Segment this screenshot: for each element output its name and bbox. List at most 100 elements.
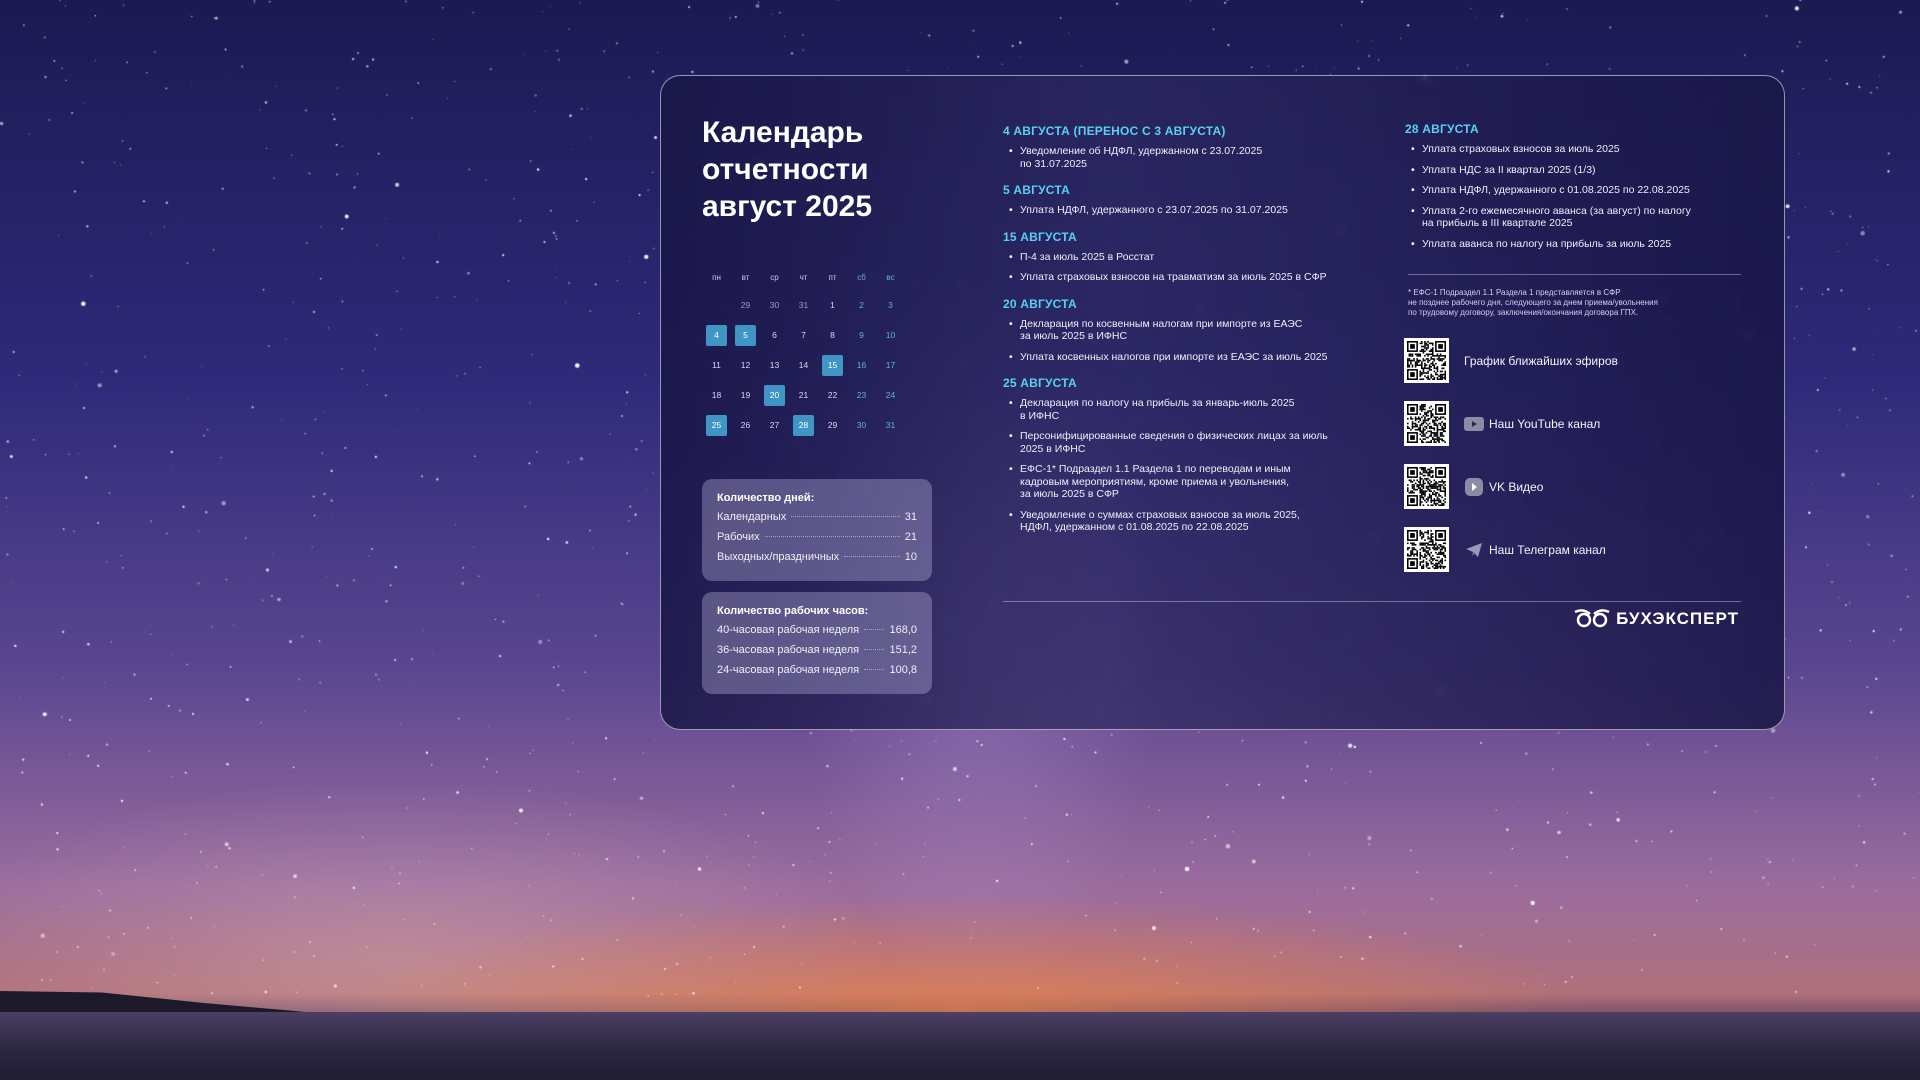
brand-logo: БУХЭКСПЕРТ	[1574, 609, 1739, 629]
qr-link-row[interactable]: Наш Телеграм канал	[1404, 527, 1606, 572]
deadline-item: П-4 за июль 2025 в Росстат	[1003, 251, 1373, 264]
calendar-day-number: 18	[711, 390, 722, 400]
deadline-list: Декларация по косвенным налогам при импо…	[1003, 318, 1373, 364]
dotted-leader	[764, 536, 900, 537]
right-column-divider	[1408, 274, 1741, 275]
dotted-leader	[864, 649, 885, 650]
calendar-day: 27	[760, 414, 789, 436]
calendar-day: 13	[760, 354, 789, 376]
row-value: 10	[904, 551, 917, 563]
calendar-day-number: 4	[706, 324, 727, 346]
deadline-item: Уплата 2-го ежемесячного аванса (за авгу…	[1405, 205, 1745, 230]
calendar-day: 21	[789, 384, 818, 406]
qr-link-label[interactable]: VK Видео	[1464, 477, 1543, 497]
row-label: Рабочих	[717, 531, 760, 543]
deadline-list: Декларация по налогу на прибыль за январ…	[1003, 397, 1373, 534]
row-label: 24-часовая рабочая неделя	[717, 664, 860, 676]
link-text[interactable]: VK Видео	[1489, 480, 1543, 494]
link-text[interactable]: График ближайших эфиров	[1464, 354, 1618, 368]
dotted-leader	[791, 516, 900, 517]
calendar-day-number: 21	[798, 390, 809, 400]
calendar-day: 18	[702, 384, 731, 406]
qr-link-label[interactable]: Наш Телеграм канал	[1464, 540, 1606, 560]
qr-code[interactable]	[1404, 338, 1449, 383]
youtube-icon	[1464, 414, 1484, 434]
weekday-label: ср	[770, 272, 779, 282]
deadline-item: ЕФС-1* Подраздел 1.1 Раздела 1 по перево…	[1003, 463, 1373, 501]
days-box-title: Количество дней:	[717, 492, 815, 504]
deadline-item: Уплата НДФЛ, удержанного с 01.08.2025 по…	[1405, 184, 1745, 197]
calendar-day-number: 15	[822, 354, 843, 376]
qr-link-row[interactable]: График ближайших эфиров	[1404, 338, 1618, 383]
calendar-day: 23	[847, 384, 876, 406]
calendar-day: 7	[789, 324, 818, 346]
calendar-day: 11	[702, 354, 731, 376]
weekday-header: пн вт ср чт пт сб вс	[702, 268, 932, 286]
telegram-icon	[1464, 540, 1484, 560]
deadline-date-heading: 20 АВГУСТА	[1003, 296, 1077, 311]
page-title: Календарь отчетности август 2025	[702, 116, 873, 223]
qr-link-label[interactable]: Наш YouTube канал	[1464, 414, 1600, 434]
calendar-day-deadline: 15	[818, 354, 847, 376]
row-value: 31	[904, 511, 917, 523]
calendar-day-number: 7	[801, 330, 806, 340]
weekday-label: вс	[886, 272, 895, 282]
qr-link-label[interactable]: График ближайших эфиров	[1464, 354, 1618, 368]
calendar-day-deadline: 28	[789, 414, 818, 436]
calendar-day-number: 14	[798, 360, 809, 370]
qr-code[interactable]	[1404, 401, 1449, 446]
deadline-item: Уплата НДФЛ, удержанного с 23.07.2025 по…	[1003, 204, 1373, 217]
calendar-day: 9	[847, 324, 876, 346]
footnote: * ЕФС-1 Подраздел 1.1 Раздела 1 представ…	[1408, 288, 1658, 317]
calendar-day-number: 13	[769, 360, 780, 370]
weekday-label: пн	[712, 272, 721, 282]
days_box-row: Рабочих 21	[717, 531, 917, 551]
bottom-divider	[1003, 601, 1741, 602]
calendar-day-number: 26	[740, 420, 751, 430]
calendar-day	[702, 294, 731, 316]
qr-code[interactable]	[1404, 527, 1449, 572]
calendar-day: 30	[760, 294, 789, 316]
calendar-day: 26	[731, 414, 760, 436]
calendar-day-number: 29	[827, 420, 838, 430]
link-text[interactable]: Наш Телеграм канал	[1489, 543, 1606, 557]
deadline-list: Уплата НДФЛ, удержанного с 23.07.2025 по…	[1003, 204, 1373, 217]
calendar-day: 24	[876, 384, 905, 406]
calendar-day: 31	[876, 414, 905, 436]
calendar-day: 30	[847, 414, 876, 436]
calendar-day: 1	[818, 294, 847, 316]
days_box-row: Выходных/праздничных 10	[717, 551, 917, 571]
deadline-list: Уведомление об НДФЛ, удержанном с 23.07.…	[1003, 145, 1373, 170]
dotted-leader	[864, 629, 885, 630]
row-label: 36-часовая рабочая неделя	[717, 644, 860, 656]
calendar-day-number: 24	[885, 390, 896, 400]
deadlines-column-right: 28 АВГУСТА Уплата страховых взносов за ию…	[1405, 122, 1745, 263]
deadline-item: Декларация по налогу на прибыль за январ…	[1003, 397, 1373, 422]
weekday-label: чт	[799, 272, 808, 282]
sea	[0, 1012, 1920, 1080]
calendar-day-number: 5	[735, 324, 756, 346]
calendar-day-deadline: 5	[731, 324, 760, 346]
calendar-week-row: 11 12 13 14 15 16 17	[702, 354, 932, 376]
calendar-day-number: 22	[827, 390, 838, 400]
row-value: 100,8	[889, 664, 917, 676]
deadline-item: Уплата страховых взносов за июль 2025	[1405, 143, 1745, 156]
calendar-day-number: 27	[769, 420, 780, 430]
days-count-box: Количество дней: Календарных 31 Рабочих 21 В…	[702, 479, 932, 581]
weekday-label: сб	[857, 272, 866, 282]
calendar-day: 2	[847, 294, 876, 316]
qr-code[interactable]	[1404, 464, 1449, 509]
deadline-list: Уплата страховых взносов за июль 2025 Упл…	[1405, 143, 1745, 250]
calendar-week-row: 4 5 6 7 8 9 10	[702, 324, 932, 346]
deadlines-column-left: 4 АВГУСТА (ПЕРЕНОС С 3 АВГУСТА) Уведомлен…	[1003, 124, 1373, 547]
deadline-item: Уплата косвенных налогов при импорте из …	[1003, 351, 1373, 364]
link-text[interactable]: Наш YouTube канал	[1489, 417, 1600, 431]
calendar-day-number: 30	[856, 420, 867, 430]
deadline-item: Уплата НДС за II квартал 2025 (1/3)	[1405, 164, 1745, 177]
qr-link-row[interactable]: VK Видео	[1404, 464, 1543, 509]
hours_box-row: 36-часовая рабочая неделя 151,2	[717, 644, 917, 664]
qr-link-row[interactable]: Наш YouTube канал	[1404, 401, 1600, 446]
calendar-day-deadline: 20	[760, 384, 789, 406]
calendar-day-number: 28	[793, 414, 814, 436]
deadline-date-heading: 5 АВГУСТА	[1003, 183, 1071, 197]
